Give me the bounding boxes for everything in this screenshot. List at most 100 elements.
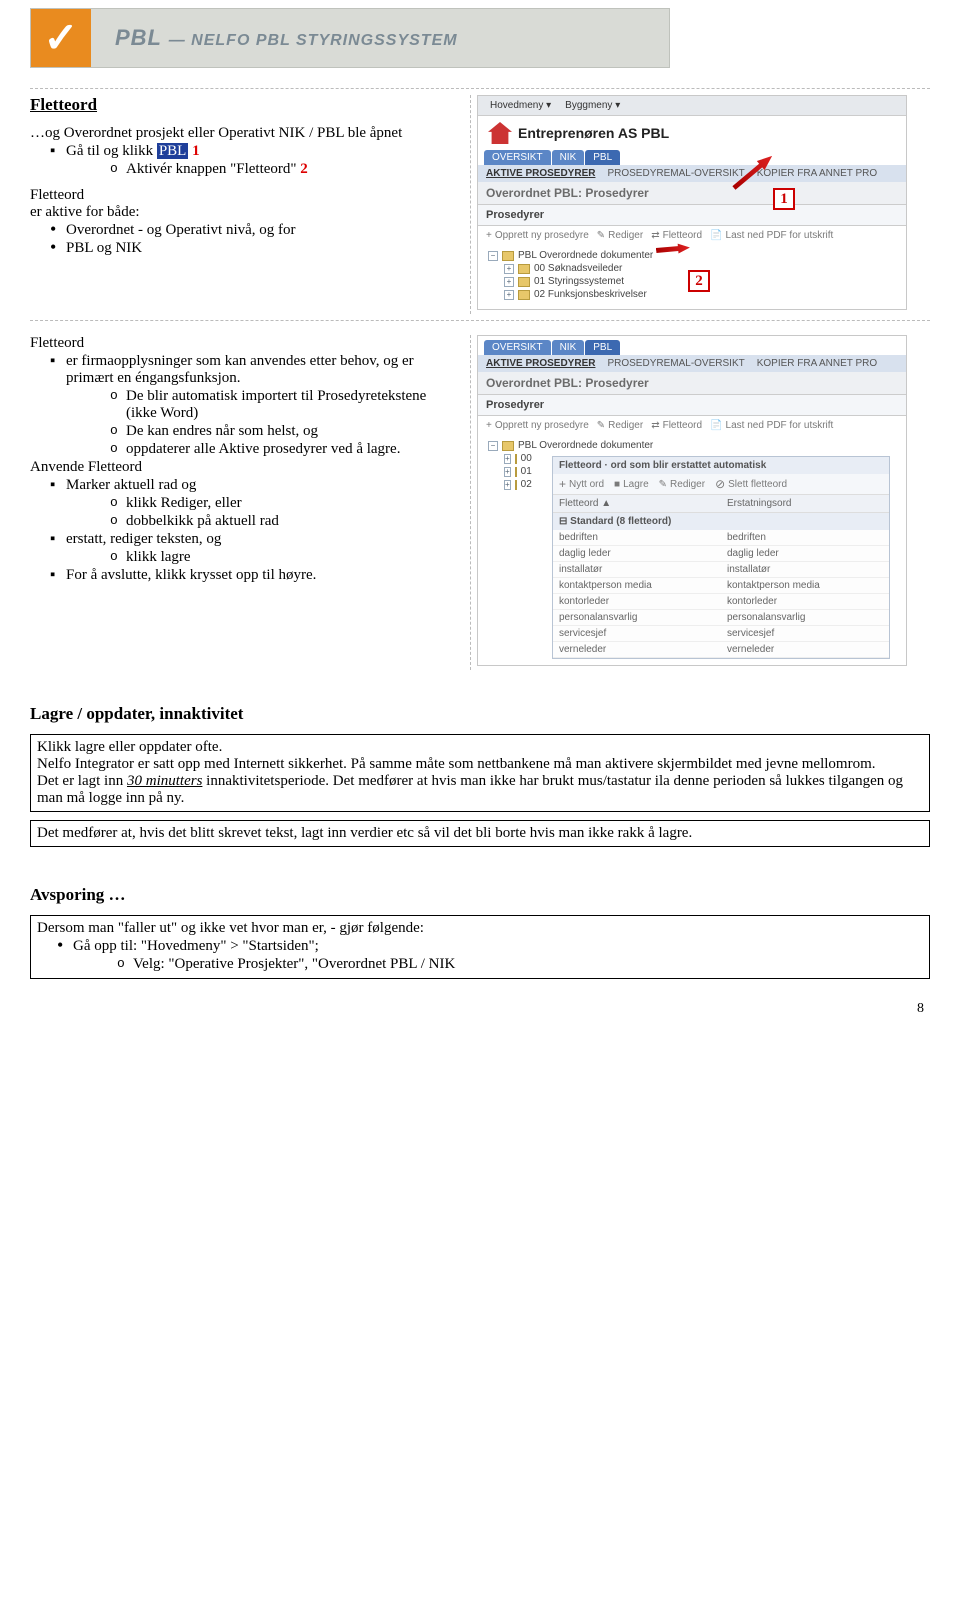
cell-fletteord: daglig leder bbox=[553, 546, 721, 561]
anvende-head: Anvende Fletteord bbox=[30, 459, 460, 476]
cell-fletteord: installatør bbox=[553, 562, 721, 577]
fletteord-intro-right: Hovedmeny ▾ Byggmeny ▾ Entreprenøren AS … bbox=[470, 95, 930, 314]
table-row[interactable]: kontaktperson mediakontaktperson media bbox=[553, 578, 889, 594]
ss2-tab-pbl[interactable]: PBL bbox=[585, 340, 620, 355]
ss2-tool-new[interactable]: +Opprett ny prosedyre bbox=[486, 420, 589, 431]
plus-icon: + bbox=[486, 230, 492, 241]
ss1-tool-new[interactable]: +Opprett ny prosedyre bbox=[486, 230, 589, 241]
cell-fletteord: personalansvarlig bbox=[553, 610, 721, 625]
ss1-menubar: Hovedmeny ▾ Byggmeny ▾ bbox=[478, 96, 906, 116]
popup-tool-new[interactable]: +Nytt ord bbox=[559, 477, 604, 491]
ss1-tool-flette-label: Fletteord bbox=[663, 230, 702, 241]
ss1-tool-edit[interactable]: ✎Rediger bbox=[597, 230, 643, 241]
fl3-o1: De blir automatisk importert til Prosedy… bbox=[66, 388, 460, 422]
ss2-subtab-aktive[interactable]: Aktive prosedyrer bbox=[486, 358, 595, 369]
ss1-tool-new-label: Opprett ny prosedyre bbox=[495, 230, 589, 241]
delete-icon: ⊘ bbox=[715, 477, 725, 491]
subtab-mal[interactable]: Prosedyremal-oversikt bbox=[607, 168, 744, 179]
table-row[interactable]: kontorlederkontorleder bbox=[553, 594, 889, 610]
tab-nik[interactable]: NIK bbox=[552, 150, 585, 165]
subtab-aktive[interactable]: Aktive prosedyrer bbox=[486, 168, 595, 179]
page-number: 8 bbox=[917, 1001, 924, 1017]
cell-erstat: personalansvarlig bbox=[721, 610, 889, 625]
lagre-3a: Det er lagt inn bbox=[37, 773, 127, 789]
ss1-tree-01-label: 01 Styringssystemet bbox=[534, 276, 624, 287]
swap-icon: ⇄ bbox=[651, 230, 659, 241]
lagre-box-1: Klikk lagre eller oppdater ofte. Nelfo I… bbox=[30, 734, 930, 812]
pdf-icon: 📄 bbox=[710, 420, 722, 431]
ss1-tool-pdf[interactable]: 📄Last ned PDF for utskrift bbox=[710, 230, 833, 241]
table-row[interactable]: servicesjefservicesjef bbox=[553, 626, 889, 642]
subtab-kopier[interactable]: Kopier fra annet pro bbox=[757, 168, 877, 179]
ss2-subtabs: Aktive prosedyrer Prosedyremal-oversikt … bbox=[478, 355, 906, 372]
ss2-tab-oversikt[interactable]: Oversikt bbox=[484, 340, 551, 355]
pbl-highlight: PBL bbox=[157, 143, 189, 159]
banner-sub: — Nelfo pbl styringssystem bbox=[169, 32, 458, 49]
expand-icon[interactable]: + bbox=[504, 277, 514, 287]
ss2-subtab-mal[interactable]: Prosedyremal-oversikt bbox=[607, 358, 744, 369]
collapse-icon[interactable]: − bbox=[488, 251, 498, 261]
ss2-tool-flette[interactable]: ⇄Fletteord bbox=[651, 420, 702, 431]
ss1-heading: Overordnet PBL: Prosedyrer bbox=[478, 182, 906, 204]
marker-1: 1 bbox=[773, 188, 795, 210]
table-row[interactable]: installatørinstallatør bbox=[553, 562, 889, 578]
fl3-o2: De kan endres når som helst, og bbox=[66, 423, 460, 440]
ss1-tool-flette[interactable]: ⇄ Fletteord bbox=[651, 230, 702, 241]
cell-erstat: verneleder bbox=[721, 642, 889, 657]
ss1-tree-root[interactable]: −PBL Overordnede dokumenter bbox=[488, 249, 896, 262]
col-erstat[interactable]: Erstatningsord bbox=[721, 495, 889, 512]
ss2-tab-nik[interactable]: NIK bbox=[552, 340, 585, 355]
anv-b1-text: Marker aktuell rad og bbox=[66, 477, 196, 493]
popup-tool-edit[interactable]: ✎Rediger bbox=[659, 477, 705, 491]
table-row[interactable]: personalansvarligpersonalansvarlig bbox=[553, 610, 889, 626]
ss2-tool-pdf[interactable]: 📄Last ned PDF for utskrift bbox=[710, 420, 833, 431]
popup-tool-delete[interactable]: ⊘Slett fletteord bbox=[715, 477, 787, 491]
screenshot-2: Oversikt NIK PBL Aktive prosedyrer Prose… bbox=[477, 335, 907, 666]
pencil-icon: ✎ bbox=[659, 479, 667, 490]
popup-title: Fletteord · ord som blir erstattet autom… bbox=[553, 457, 889, 474]
ss1-menu-hoved[interactable]: Hovedmeny ▾ bbox=[484, 99, 557, 112]
anv-o1: klikk Rediger, eller bbox=[66, 495, 460, 512]
ss2-tool-flette-label: Fletteord bbox=[663, 420, 702, 431]
popup-toolbar: +Nytt ord ■Lagre ✎Rediger ⊘Slett fletteo… bbox=[553, 474, 889, 495]
expand-icon[interactable]: + bbox=[504, 454, 511, 464]
ss2-tree-root[interactable]: −PBL Overordnede dokumenter bbox=[488, 439, 896, 452]
col-fletteord[interactable]: Fletteord ▲ bbox=[553, 495, 721, 512]
ss2-tree-02[interactable]: +02 bbox=[488, 478, 528, 491]
table-row[interactable]: daglig lederdaglig leder bbox=[553, 546, 889, 562]
anv-b3: For å avslutte, klikk krysset opp til hø… bbox=[30, 567, 460, 584]
tab-oversikt[interactable]: Oversikt bbox=[484, 150, 551, 165]
banner-text: PBL — Nelfo pbl styringssystem bbox=[115, 25, 458, 51]
table-row[interactable]: bedriftenbedriften bbox=[553, 530, 889, 546]
ss1-menu-bygg[interactable]: Byggmeny ▾ bbox=[559, 99, 626, 112]
ss1-title-row: Entreprenøren AS PBL bbox=[478, 116, 906, 150]
ss2-tool-edit[interactable]: ✎Rediger bbox=[597, 420, 643, 431]
table-row[interactable]: vernelederverneleder bbox=[553, 642, 889, 658]
popup-tool-save-label: Lagre bbox=[623, 479, 649, 490]
expand-icon[interactable]: + bbox=[504, 480, 511, 490]
house-icon bbox=[488, 122, 512, 144]
ss2-tree-00[interactable]: +00 bbox=[488, 452, 528, 465]
collapse-icon[interactable]: − bbox=[488, 441, 498, 451]
fletteord-intro-row: Fletteord …og Overordnet prosjekt eller … bbox=[30, 88, 930, 321]
expand-icon[interactable]: + bbox=[504, 264, 514, 274]
expand-icon[interactable]: + bbox=[504, 290, 514, 300]
tab-pbl[interactable]: PBL bbox=[585, 150, 620, 165]
popup-tool-save[interactable]: ■Lagre bbox=[614, 477, 649, 491]
intro-bullet-1-text: Gå til og klikk bbox=[66, 143, 157, 159]
ss2-tool-edit-label: Rediger bbox=[608, 420, 643, 431]
plus-icon: + bbox=[559, 477, 566, 491]
avs-d1: Gå opp til: "Hovedmeny" > "Startsiden"; … bbox=[37, 938, 923, 973]
banner-logo-box: ✓ bbox=[31, 9, 91, 67]
fl3-p1: er firmaopplysninger som kan anvendes et… bbox=[30, 353, 460, 458]
intro-sub-1: Aktivér knappen "Fletteord" 2 bbox=[66, 161, 460, 178]
ss2-tree-01[interactable]: +01 bbox=[488, 465, 528, 478]
lagre-1: Klikk lagre eller oppdater ofte. bbox=[37, 739, 923, 756]
fletteord-popup: Fletteord · ord som blir erstattet autom… bbox=[552, 456, 890, 659]
ss2-heading: Overordnet PBL: Prosedyrer bbox=[478, 372, 906, 394]
expand-icon[interactable]: + bbox=[504, 467, 511, 477]
avsporing-heading: Avsporing … bbox=[30, 885, 930, 905]
ss2-subtab-kopier[interactable]: Kopier fra annet pro bbox=[757, 358, 877, 369]
folder-icon bbox=[502, 251, 514, 261]
fletteord-intro-left: Fletteord …og Overordnet prosjekt eller … bbox=[30, 95, 460, 258]
